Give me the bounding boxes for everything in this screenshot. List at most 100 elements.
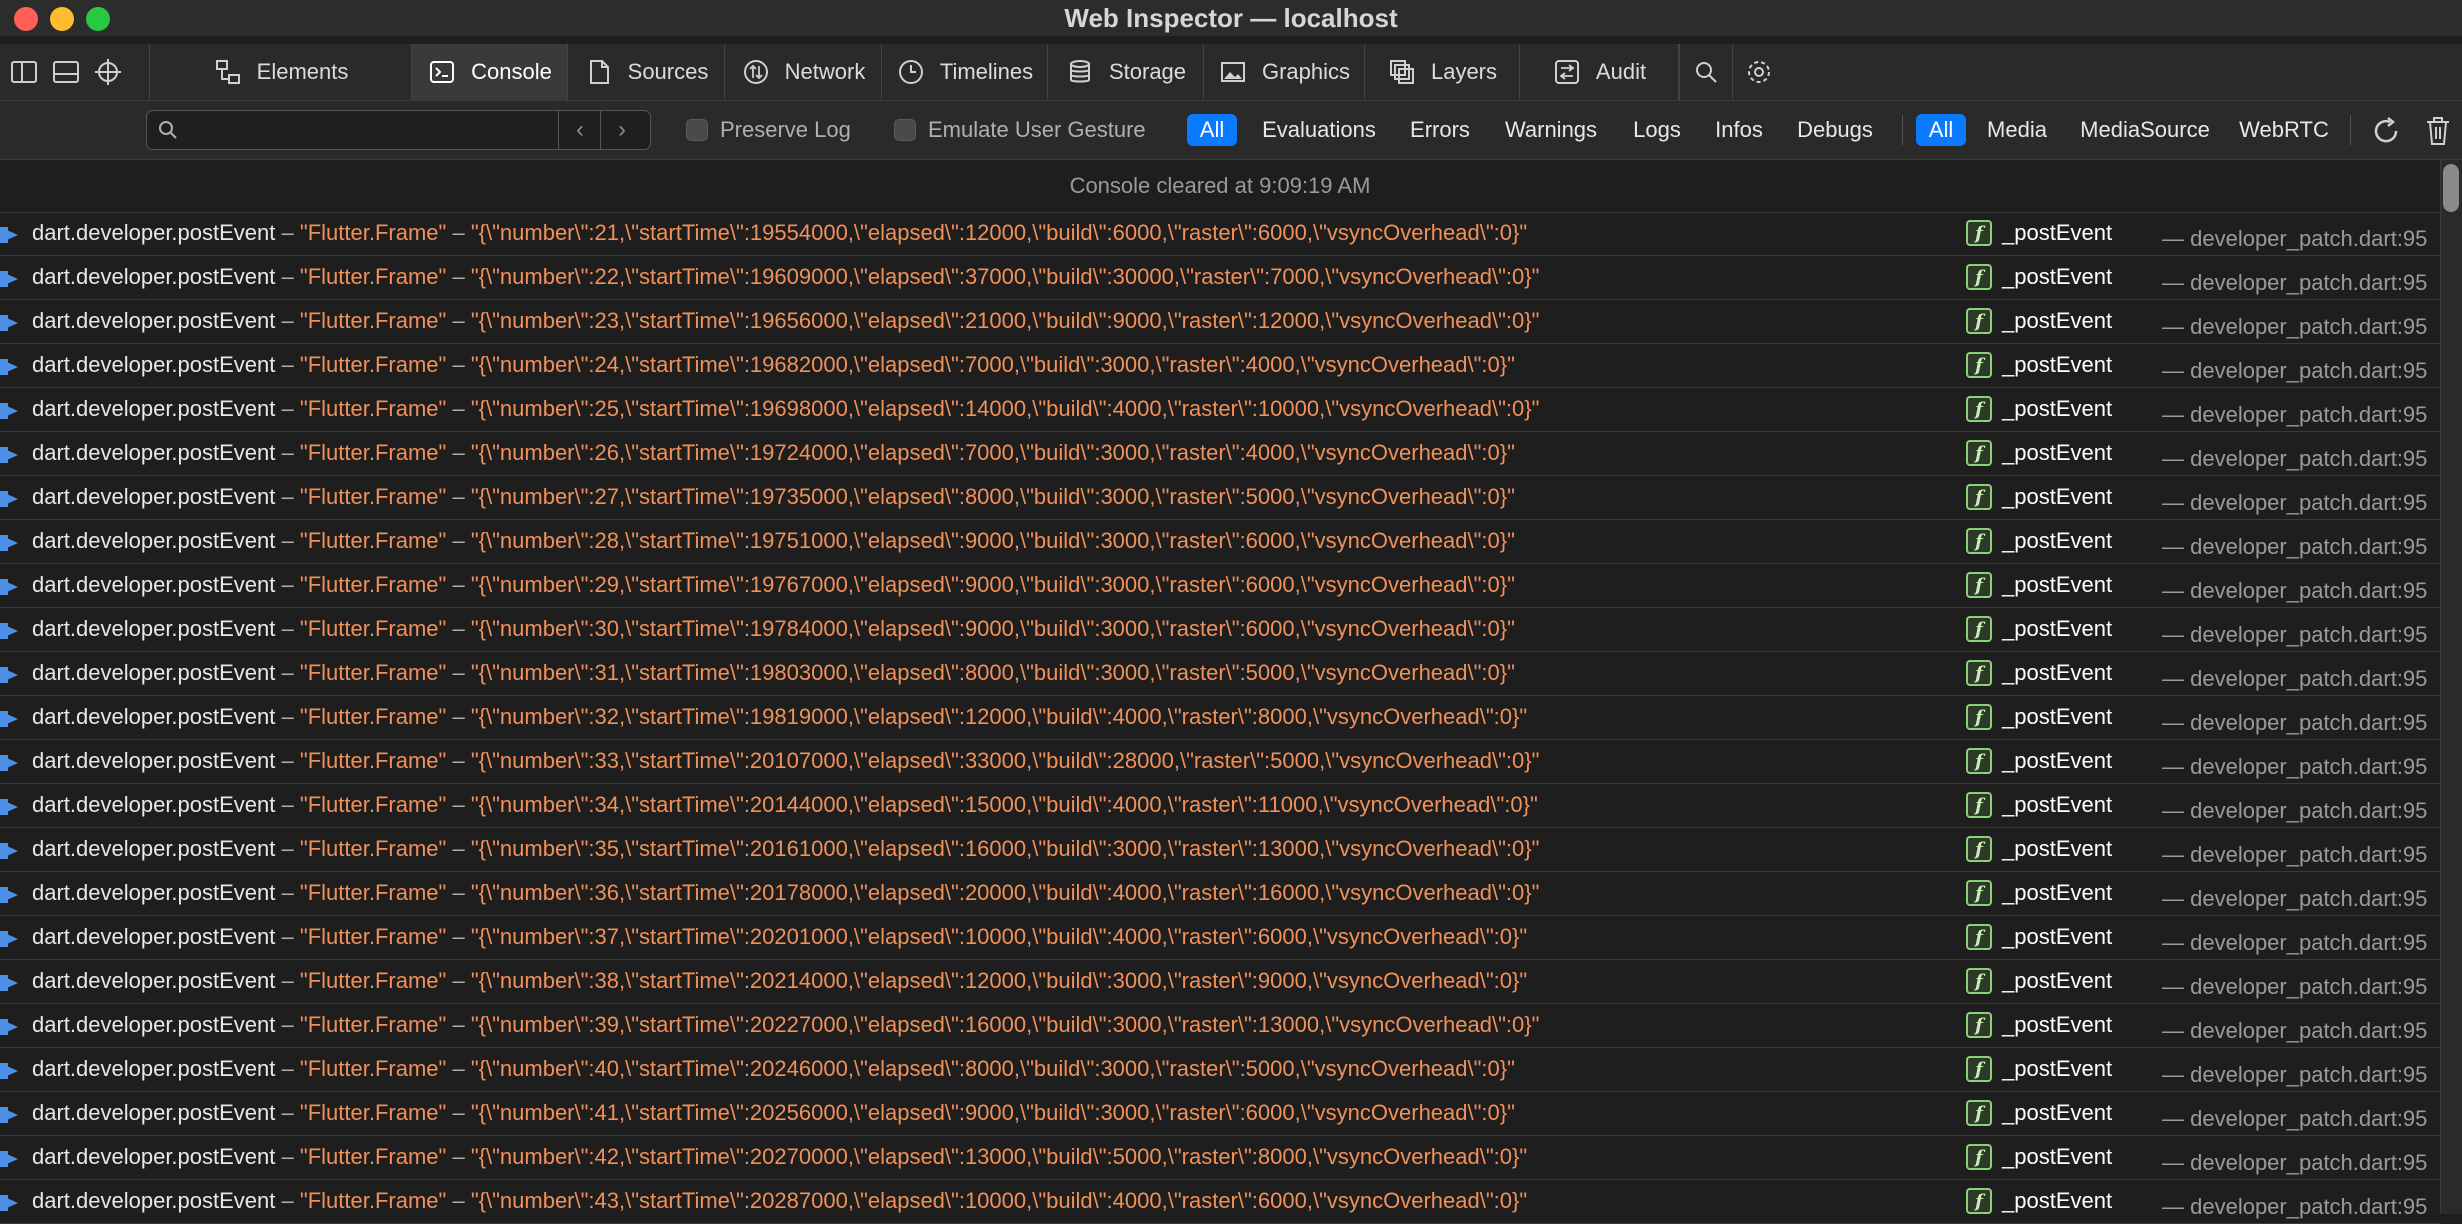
console-message-row[interactable]: dart.developer.postEvent – "Flutter.Fram…: [0, 476, 2440, 520]
call-site[interactable]: f _postEvent: [1966, 836, 2112, 862]
call-site[interactable]: f _postEvent: [1966, 264, 2112, 290]
call-site[interactable]: f _postEvent: [1966, 396, 2112, 422]
source-file-link[interactable]: — developer_patch.dart:95: [2162, 930, 2427, 956]
emulate-gesture-option[interactable]: Emulate User Gesture: [894, 117, 1146, 143]
preserve-log-option[interactable]: Preserve Log: [686, 117, 851, 143]
preserve-log-checkbox[interactable]: [686, 119, 708, 141]
reload-icon[interactable]: [2370, 115, 2402, 147]
tab-graphics[interactable]: Graphics: [1204, 44, 1365, 100]
search-filter[interactable]: ‹ ›: [146, 110, 651, 150]
source-file-link[interactable]: — developer_patch.dart:95: [2162, 622, 2427, 648]
call-site[interactable]: f _postEvent: [1966, 220, 2112, 246]
call-site-function[interactable]: _postEvent: [2002, 1012, 2112, 1038]
console-message-row[interactable]: dart.developer.postEvent – "Flutter.Fram…: [0, 960, 2440, 1004]
scrollbar-thumb[interactable]: [2443, 164, 2459, 212]
call-site[interactable]: f _postEvent: [1966, 792, 2112, 818]
call-site[interactable]: f _postEvent: [1966, 572, 2112, 598]
source-all-button[interactable]: All: [1916, 114, 1966, 146]
console-message-row[interactable]: dart.developer.postEvent – "Flutter.Fram…: [0, 872, 2440, 916]
call-site[interactable]: f _postEvent: [1966, 968, 2112, 994]
source-file-link[interactable]: — developer_patch.dart:95: [2162, 446, 2427, 472]
source-file-link[interactable]: — developer_patch.dart:95: [2162, 270, 2427, 296]
level-logs-button[interactable]: Logs: [1624, 114, 1690, 146]
call-site-function[interactable]: _postEvent: [2002, 704, 2112, 730]
call-site-function[interactable]: _postEvent: [2002, 1100, 2112, 1126]
tab-storage[interactable]: Storage: [1048, 44, 1204, 100]
console-message-row[interactable]: dart.developer.postEvent – "Flutter.Fram…: [0, 1048, 2440, 1092]
call-site[interactable]: f _postEvent: [1966, 528, 2112, 554]
source-file-link[interactable]: — developer_patch.dart:95: [2162, 314, 2427, 340]
source-file-link[interactable]: — developer_patch.dart:95: [2162, 886, 2427, 912]
tab-network[interactable]: Network: [725, 44, 882, 100]
tab-timelines[interactable]: Timelines: [882, 44, 1048, 100]
source-file-link[interactable]: — developer_patch.dart:95: [2162, 1150, 2427, 1176]
source-mediasource-button[interactable]: MediaSource: [2070, 114, 2220, 146]
call-site-function[interactable]: _postEvent: [2002, 660, 2112, 686]
source-file-link[interactable]: — developer_patch.dart:95: [2162, 578, 2427, 604]
call-site-function[interactable]: _postEvent: [2002, 220, 2112, 246]
call-site[interactable]: f _postEvent: [1966, 1144, 2112, 1170]
tab-elements[interactable]: Elements: [150, 44, 412, 100]
source-file-link[interactable]: — developer_patch.dart:95: [2162, 710, 2427, 736]
call-site[interactable]: f _postEvent: [1966, 704, 2112, 730]
console-message-row[interactable]: dart.developer.postEvent – "Flutter.Fram…: [0, 608, 2440, 652]
source-file-link[interactable]: — developer_patch.dart:95: [2162, 534, 2427, 560]
console-message-row[interactable]: dart.developer.postEvent – "Flutter.Fram…: [0, 520, 2440, 564]
tab-console[interactable]: Console: [412, 44, 568, 100]
console-message-row[interactable]: dart.developer.postEvent – "Flutter.Fram…: [0, 696, 2440, 740]
call-site[interactable]: f _postEvent: [1966, 616, 2112, 642]
level-all-button[interactable]: All: [1187, 114, 1237, 146]
call-site-function[interactable]: _postEvent: [2002, 264, 2112, 290]
call-site-function[interactable]: _postEvent: [2002, 1056, 2112, 1082]
gear-icon[interactable]: [1732, 44, 1785, 100]
call-site-function[interactable]: _postEvent: [2002, 748, 2112, 774]
dock-bottom-icon[interactable]: [50, 56, 82, 88]
search-icon[interactable]: [1679, 44, 1732, 100]
call-site-function[interactable]: _postEvent: [2002, 968, 2112, 994]
call-site[interactable]: f _postEvent: [1966, 924, 2112, 950]
source-file-link[interactable]: — developer_patch.dart:95: [2162, 358, 2427, 384]
call-site-function[interactable]: _postEvent: [2002, 1144, 2112, 1170]
emulate-gesture-checkbox[interactable]: [894, 119, 916, 141]
call-site[interactable]: f _postEvent: [1966, 1012, 2112, 1038]
trash-icon[interactable]: [2424, 115, 2452, 147]
level-evaluations-button[interactable]: Evaluations: [1249, 114, 1389, 146]
level-warnings-button[interactable]: Warnings: [1496, 114, 1606, 146]
source-file-link[interactable]: — developer_patch.dart:95: [2162, 666, 2427, 692]
source-file-link[interactable]: — developer_patch.dart:95: [2162, 1062, 2427, 1088]
source-webrtc-button[interactable]: WebRTC: [2234, 114, 2334, 146]
source-file-link[interactable]: — developer_patch.dart:95: [2162, 842, 2427, 868]
console-message-row[interactable]: dart.developer.postEvent – "Flutter.Fram…: [0, 256, 2440, 300]
tab-layers[interactable]: Layers: [1365, 44, 1520, 100]
call-site-function[interactable]: _postEvent: [2002, 352, 2112, 378]
call-site-function[interactable]: _postEvent: [2002, 396, 2112, 422]
console-message-row[interactable]: dart.developer.postEvent – "Flutter.Fram…: [0, 784, 2440, 828]
level-debugs-button[interactable]: Debugs: [1790, 114, 1880, 146]
source-media-button[interactable]: Media: [1978, 114, 2056, 146]
scrollbar-track[interactable]: [2440, 160, 2462, 1214]
console-message-row[interactable]: dart.developer.postEvent – "Flutter.Fram…: [0, 916, 2440, 960]
call-site-function[interactable]: _postEvent: [2002, 1188, 2112, 1214]
source-file-link[interactable]: — developer_patch.dart:95: [2162, 798, 2427, 824]
zoom-window-button[interactable]: [86, 7, 110, 31]
source-file-link[interactable]: — developer_patch.dart:95: [2162, 754, 2427, 780]
console-message-row[interactable]: dart.developer.postEvent – "Flutter.Fram…: [0, 1180, 2440, 1224]
tab-sources[interactable]: Sources: [568, 44, 725, 100]
console-message-row[interactable]: dart.developer.postEvent – "Flutter.Fram…: [0, 1004, 2440, 1048]
source-file-link[interactable]: — developer_patch.dart:95: [2162, 974, 2427, 1000]
source-file-link[interactable]: — developer_patch.dart:95: [2162, 490, 2427, 516]
level-errors-button[interactable]: Errors: [1400, 114, 1480, 146]
call-site[interactable]: f _postEvent: [1966, 352, 2112, 378]
call-site-function[interactable]: _postEvent: [2002, 528, 2112, 554]
console-message-row[interactable]: dart.developer.postEvent – "Flutter.Fram…: [0, 740, 2440, 784]
console-message-row[interactable]: dart.developer.postEvent – "Flutter.Fram…: [0, 828, 2440, 872]
call-site-function[interactable]: _postEvent: [2002, 308, 2112, 334]
crosshair-icon[interactable]: [92, 56, 124, 88]
source-file-link[interactable]: — developer_patch.dart:95: [2162, 1106, 2427, 1132]
console-message-row[interactable]: dart.developer.postEvent – "Flutter.Fram…: [0, 432, 2440, 476]
minimize-window-button[interactable]: [50, 7, 74, 31]
console-message-row[interactable]: dart.developer.postEvent – "Flutter.Fram…: [0, 652, 2440, 696]
previous-match-button[interactable]: ‹: [558, 111, 601, 149]
call-site-function[interactable]: _postEvent: [2002, 880, 2112, 906]
source-file-link[interactable]: — developer_patch.dart:95: [2162, 226, 2427, 252]
